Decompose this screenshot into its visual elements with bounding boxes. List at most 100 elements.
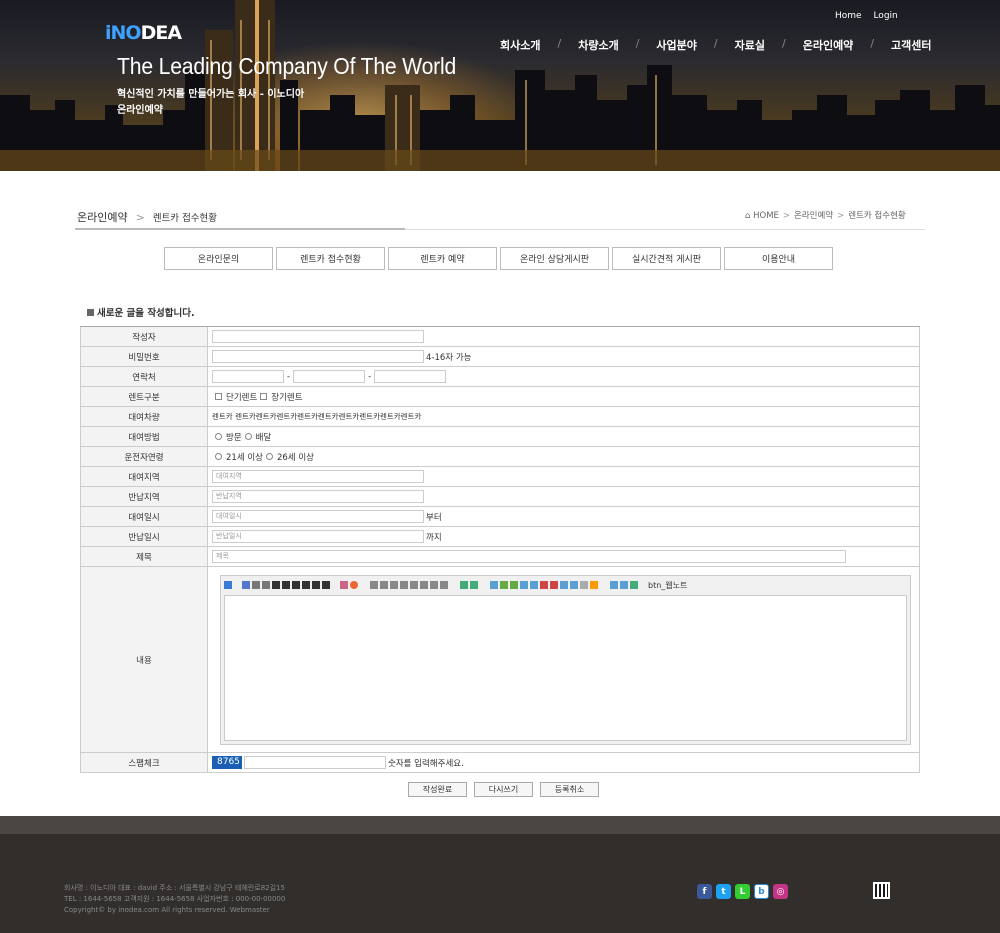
breadcrumb-section[interactable]: 온라인예약 [794, 211, 833, 221]
file-icon[interactable] [530, 581, 538, 589]
blog-icon[interactable]: b [754, 884, 769, 899]
tab-consult-board[interactable]: 온라인 상담게시판 [500, 247, 609, 270]
footer-copyright: Copyright© by inodea.com All rights rese… [64, 906, 270, 914]
top-links: Home Login [835, 11, 907, 21]
breadcrumb: ⌂ HOME > 온라인예약 > 렌트카 접수현황 [745, 209, 906, 221]
link-icon[interactable] [460, 581, 468, 589]
nav-item-resources[interactable]: 자료실 [735, 37, 765, 53]
phone-input-3[interactable] [374, 370, 447, 383]
bg-color-icon[interactable] [350, 581, 358, 589]
tab-usage-guide[interactable]: 이용안내 [724, 247, 833, 270]
breadcrumb-home[interactable]: HOME [753, 211, 779, 221]
unlink-icon[interactable] [470, 581, 478, 589]
return-date-label: 반납일시 [80, 527, 208, 546]
editor-mode-icon[interactable] [224, 581, 232, 589]
long-term-checkbox[interactable] [260, 393, 268, 400]
form-row-return-date: 반납일시 반납일시 까지 [80, 527, 920, 547]
gallery-icon[interactable] [510, 581, 518, 589]
return-area-input[interactable]: 반납지역 [212, 490, 424, 503]
form-row-driver-age: 운전자연령 21세 이상 26세 이상 [80, 447, 920, 467]
special-char-icon[interactable] [540, 581, 548, 589]
age-21-radio[interactable] [215, 453, 222, 460]
logo[interactable]: iNODEA [105, 22, 182, 44]
age-21-label: 21세 이상 [226, 452, 263, 463]
captcha-input[interactable] [244, 756, 386, 769]
font-icon[interactable] [242, 581, 250, 589]
delivery-label: 배달 [255, 432, 272, 443]
outdent-icon[interactable] [430, 581, 438, 589]
qr-code-icon[interactable] [873, 882, 890, 899]
media-icon[interactable] [520, 581, 528, 589]
webnote-button[interactable]: btn_웹노트 [648, 580, 687, 591]
form-row-return-area: 반납지역 반납지역 [80, 487, 920, 507]
visit-radio[interactable] [215, 433, 222, 440]
password-input[interactable] [212, 350, 424, 363]
nav-item-company[interactable]: 회사소개 [500, 37, 540, 53]
rewrite-button[interactable]: 다시쓰기 [474, 782, 533, 797]
subject-input[interactable]: 제목 [212, 550, 846, 563]
subject-label: 제목 [80, 547, 208, 566]
nav-item-reservation[interactable]: 온라인예약 [803, 37, 854, 53]
print-icon[interactable] [620, 581, 628, 589]
editor-content-area[interactable] [224, 595, 907, 741]
italic-icon[interactable] [282, 581, 290, 589]
form-row-car: 대여차량 렌트카 렌트카렌트카렌트카렌트카렌트카렌트카렌트카렌트카렌트카 [80, 407, 920, 427]
age-26-radio[interactable] [265, 453, 273, 460]
hr-icon[interactable] [550, 581, 558, 589]
nav-item-business[interactable]: 사업분야 [656, 37, 696, 53]
tab-quote-board[interactable]: 실시간견적 게시판 [612, 247, 721, 270]
subscript-icon[interactable] [322, 581, 330, 589]
tab-rental-status[interactable]: 렌트카 접수현황 [276, 247, 385, 270]
instagram-icon[interactable]: ◎ [773, 884, 788, 899]
submit-button[interactable]: 작성완료 [408, 782, 467, 797]
unordered-list-icon[interactable] [420, 581, 428, 589]
preview-icon[interactable] [610, 581, 618, 589]
superscript-icon[interactable] [312, 581, 320, 589]
captcha-hint: 숫자를 입력해주세요. [388, 758, 464, 769]
quote-icon[interactable] [560, 581, 568, 589]
form-row-subject: 제목 제목 [80, 547, 920, 567]
underline-icon[interactable] [292, 581, 300, 589]
star-icon[interactable] [590, 581, 598, 589]
emoticon-icon[interactable] [570, 581, 578, 589]
line-height-icon[interactable] [262, 581, 270, 589]
line-icon[interactable]: L [735, 884, 750, 899]
fullscreen-icon[interactable] [630, 581, 638, 589]
align-center-icon[interactable] [380, 581, 388, 589]
align-justify-icon[interactable] [400, 581, 408, 589]
template-icon[interactable] [580, 581, 588, 589]
tab-rental-reservation[interactable]: 렌트카 예약 [388, 247, 497, 270]
breadcrumb-current[interactable]: 렌트카 접수현황 [848, 211, 905, 221]
ordered-list-icon[interactable] [410, 581, 418, 589]
table-icon[interactable] [490, 581, 498, 589]
font-size-icon[interactable] [252, 581, 260, 589]
strike-icon[interactable] [302, 581, 310, 589]
phone-input-1[interactable] [212, 370, 284, 383]
phone-input-2[interactable] [293, 370, 366, 383]
twitter-icon[interactable]: t [716, 884, 731, 899]
image-icon[interactable] [500, 581, 508, 589]
facebook-icon[interactable]: f [697, 884, 712, 899]
rent-area-input[interactable]: 대여지역 [212, 470, 424, 483]
chevron-right-icon: > [837, 211, 845, 221]
method-label: 대여방법 [80, 427, 208, 446]
indent-icon[interactable] [440, 581, 448, 589]
login-link[interactable]: Login [873, 11, 897, 21]
return-date-input[interactable]: 반납일시 [212, 530, 424, 543]
nav-item-support[interactable]: 고객센터 [891, 37, 931, 53]
align-left-icon[interactable] [370, 581, 378, 589]
author-input[interactable] [212, 330, 424, 343]
cancel-button[interactable]: 등록취소 [540, 782, 599, 797]
font-color-icon[interactable] [340, 581, 348, 589]
footer-info: 회사명 : 이노디아 대표 : david 주소 : 서울특별시 강남구 테헤란… [64, 883, 285, 916]
bold-icon[interactable] [272, 581, 280, 589]
home-link[interactable]: Home [835, 11, 862, 21]
form-row-rent-area: 대여지역 대여지역 [80, 467, 920, 487]
align-right-icon[interactable] [390, 581, 398, 589]
short-term-checkbox[interactable] [215, 393, 222, 400]
delivery-radio[interactable] [244, 433, 252, 440]
nav-item-cars[interactable]: 차량소개 [578, 37, 618, 53]
rent-date-input[interactable]: 대여일시 [212, 510, 424, 523]
captcha-code: 8765 [212, 756, 242, 769]
tab-online-inquiry[interactable]: 온라인문의 [164, 247, 273, 270]
